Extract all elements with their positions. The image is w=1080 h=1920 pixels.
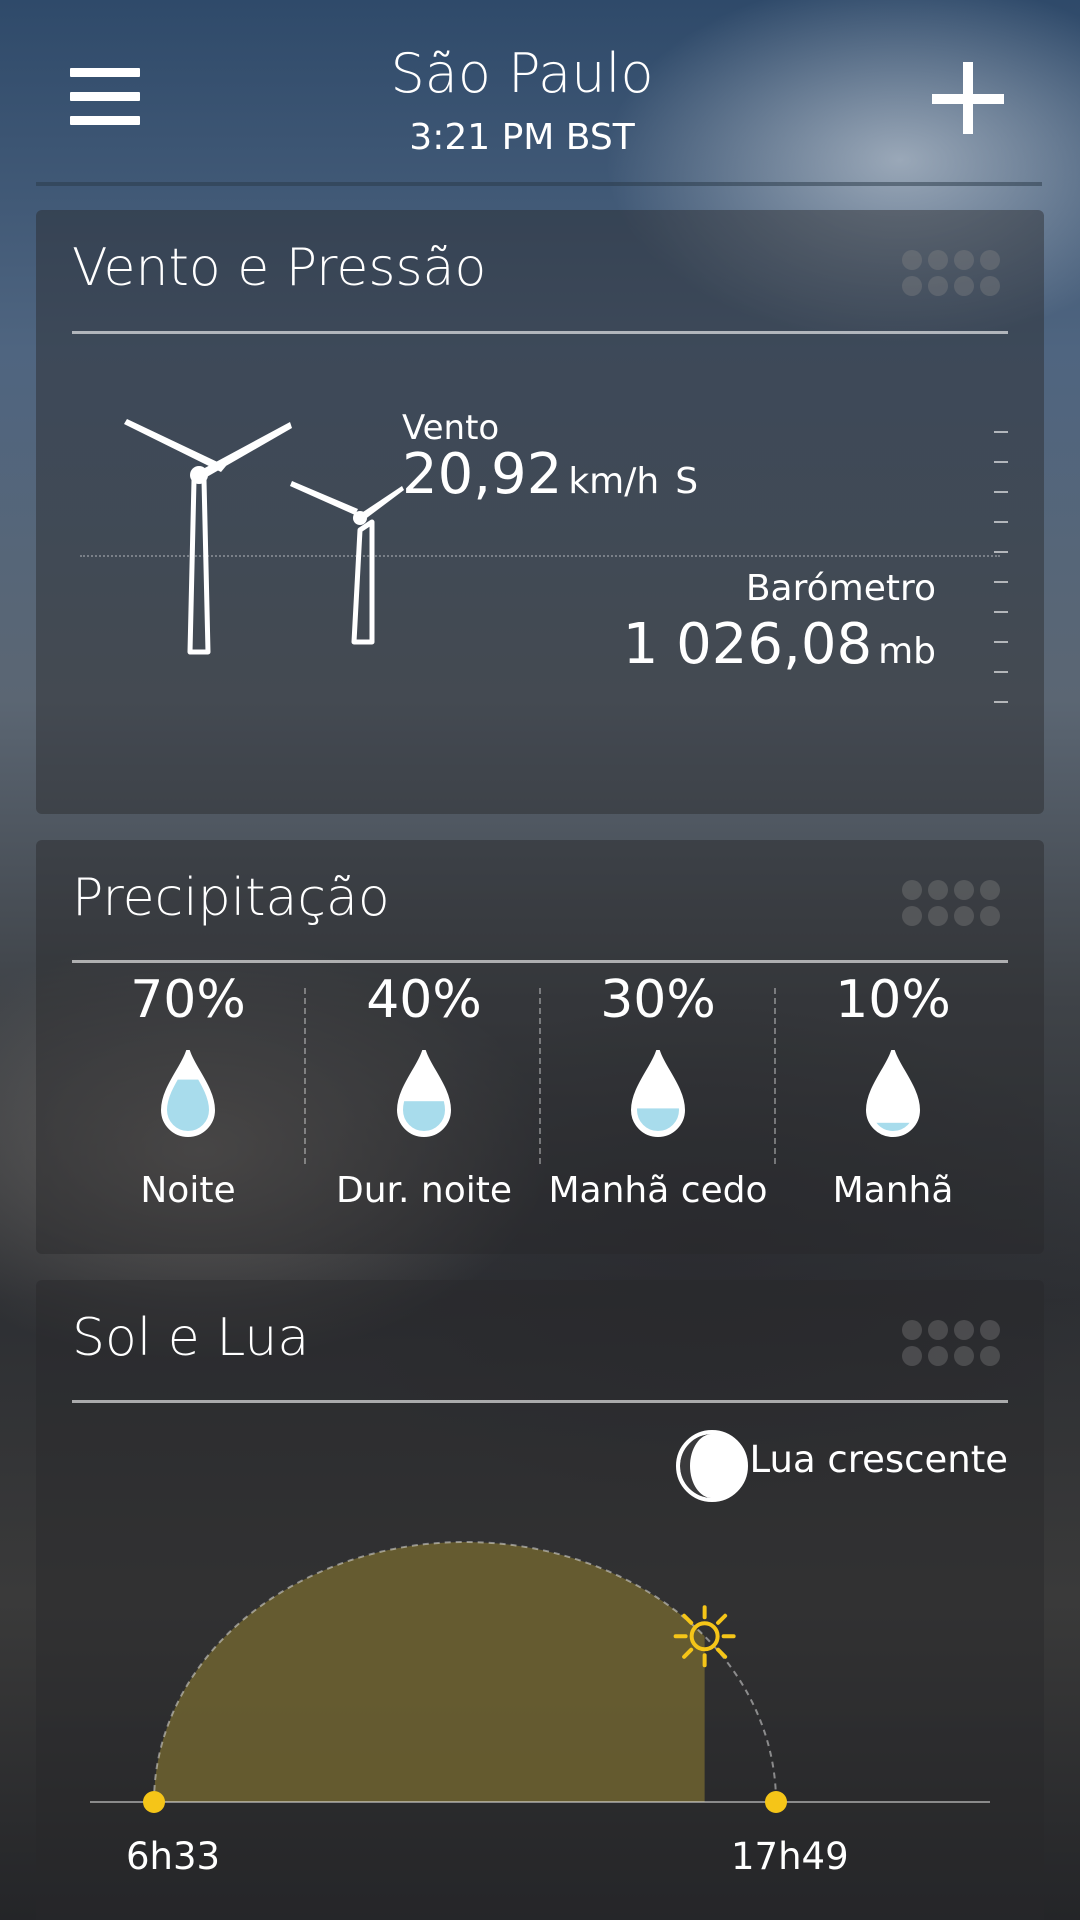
raindrop-icon [160, 1050, 216, 1137]
wind-speed-value: 20,92 [402, 442, 563, 507]
wind-speed-unit: km/h [568, 461, 660, 502]
precip-percent: 30% [600, 970, 716, 1030]
wind-pressure-title: Vento e Pressão [72, 238, 487, 298]
drag-handle-icon[interactable] [898, 248, 1008, 298]
sunrise-time: 6h33 [126, 1835, 221, 1878]
sun-moon-title: Sol e Lua [72, 1308, 310, 1368]
sunrise-marker [143, 1791, 165, 1813]
city-name[interactable]: São Paulo [0, 42, 1044, 105]
raindrop-icon [865, 1050, 921, 1137]
drag-handle-icon[interactable] [898, 1318, 1008, 1368]
precip-period: Dur. noite [335, 1170, 513, 1211]
barometer-label: Barómetro [745, 568, 936, 609]
moon-phase-icon [676, 1430, 748, 1502]
wind-turbine-icon [124, 419, 404, 655]
precip-separator [304, 988, 306, 1164]
barometer-value: 1 026,08 [622, 612, 873, 677]
precip-item-noite: 70% Noite [72, 970, 304, 1211]
sun-path-chart [90, 1541, 990, 1813]
moon-phase-label: Lua crescente [749, 1438, 1008, 1481]
wind-pressure-divider [72, 331, 1008, 334]
precip-period: Manhã [832, 1170, 954, 1211]
precip-separator [774, 988, 776, 1164]
sunset-time: 17h49 [731, 1835, 849, 1878]
precip-percent: 10% [835, 970, 951, 1030]
pressure-gauge-ticks [994, 431, 1008, 703]
local-time: 3:21 PM BST [409, 117, 635, 158]
header: São Paulo 3:21 PM BST [0, 0, 1080, 186]
wind-pressure-card: Vento e Pressão Vento 20,92 km/h S Barómet… [36, 210, 1044, 814]
sun-moon-divider [72, 1400, 1008, 1403]
drag-handle-icon[interactable] [898, 878, 1008, 928]
precip-percent: 40% [366, 970, 482, 1030]
wind-speed: 20,92 km/h S [402, 442, 698, 507]
raindrop-icon [396, 1050, 452, 1137]
precip-item-manha-cedo: 30% Manhã cedo [542, 970, 774, 1211]
header-divider [36, 182, 1042, 186]
add-location-button[interactable] [932, 62, 1006, 136]
daylight-fill [154, 1542, 705, 1802]
sunset-marker [765, 1791, 787, 1813]
precip-period: Manhã cedo [548, 1170, 768, 1211]
sun-moon-card: Sol e Lua Lua crescente 6h33 17h49 [36, 1280, 1044, 1920]
precip-item-dur-noite: 40% Dur. noite [308, 970, 540, 1211]
barometer-reading: 1 026,08 mb [623, 612, 936, 677]
precipitation-card: Precipitação 70% Noite 40% Dur. noite 30… [36, 840, 1044, 1254]
raindrop-icon [630, 1050, 686, 1137]
wind-direction: S [675, 461, 699, 502]
precip-separator [539, 988, 541, 1164]
precipitation-title: Precipitação [72, 868, 390, 928]
precip-item-manha: 10% Manhã [777, 970, 1009, 1211]
precipitation-divider [72, 960, 1008, 963]
precip-percent: 70% [130, 970, 246, 1030]
wind-divider [80, 555, 1000, 557]
precip-period: Noite [140, 1170, 236, 1211]
barometer-unit: mb [878, 631, 936, 672]
